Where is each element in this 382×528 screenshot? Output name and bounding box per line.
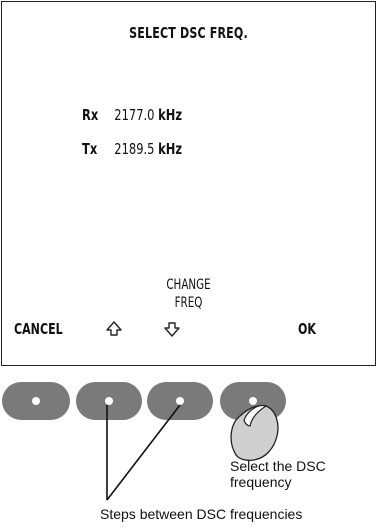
select-frequency-annotation: Select the DSC frequency	[230, 458, 326, 490]
pointer-line-down	[106, 404, 181, 501]
annotation-overlay	[106, 404, 279, 501]
pressing-finger-icon	[230, 404, 279, 461]
steps-annotation: Steps between DSC frequencies	[100, 506, 303, 522]
select-annotation-line1: Select the DSC	[230, 458, 326, 474]
select-annotation-line2: frequency	[230, 474, 292, 490]
